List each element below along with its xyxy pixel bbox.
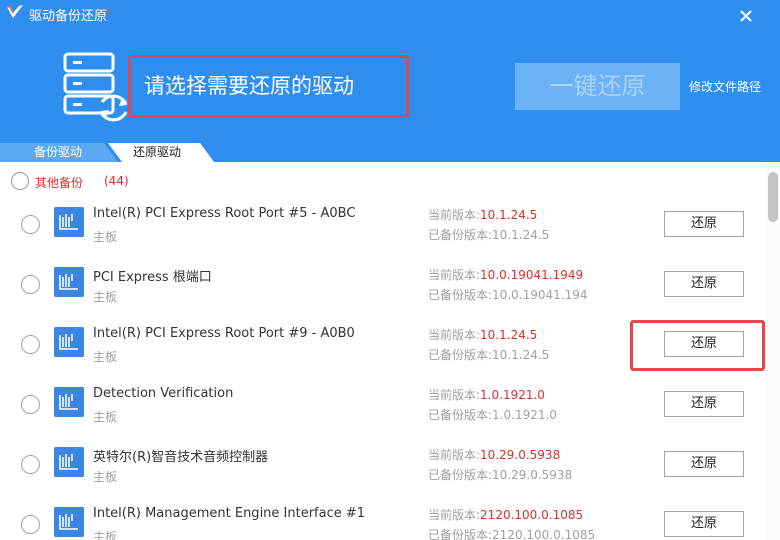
restore-button[interactable]: 还原 — [664, 391, 744, 417]
current-version: 当前版本:2120.100.0.1085 — [428, 506, 583, 523]
backup-version-value: 1.0.1921.0 — [492, 408, 557, 422]
current-version-value: 10.0.19041.1949 — [480, 268, 584, 282]
backup-version-value: 10.29.0.5938 — [492, 468, 573, 482]
current-version-label: 当前版本: — [428, 508, 481, 522]
driver-restore-window: 驱动备份还原 请选择需要还原的驱动 一键还原 修改文件路径 备份驱动 还原驱动 … — [0, 0, 780, 540]
restore-button[interactable]: 还原 — [664, 271, 744, 297]
backup-version: 已备份版本:10.1.24.5 — [428, 226, 549, 243]
filter-radio[interactable] — [11, 172, 29, 190]
current-version: 当前版本:10.1.24.5 — [428, 206, 537, 223]
restore-all-button[interactable]: 一键还原 — [515, 63, 680, 110]
backup-version-label: 已备份版本: — [428, 288, 493, 302]
current-version-label: 当前版本: — [428, 208, 481, 222]
filter-count: (44) — [104, 174, 129, 188]
motherboard-icon — [54, 507, 84, 537]
row-radio[interactable] — [21, 455, 40, 474]
list-item: 英特尔(R)智音技术音频控制器 主板 当前版本:10.29.0.5938 已备份… — [0, 440, 766, 500]
current-version: 当前版本:10.1.24.5 — [428, 326, 537, 343]
backup-version-label: 已备份版本: — [428, 348, 493, 362]
motherboard-icon — [54, 327, 84, 357]
backup-version-label: 已备份版本: — [428, 468, 493, 482]
current-version-value: 2120.100.0.1085 — [480, 508, 584, 522]
backup-version-value: 2120.100.0.1085 — [492, 528, 596, 540]
device-category: 主板 — [93, 410, 118, 424]
motherboard-icon — [54, 207, 84, 237]
current-version-value: 1.0.1921.0 — [480, 388, 545, 402]
server-restore-icon — [63, 52, 128, 122]
list-item: Intel(R) Management Engine Interface #1 … — [0, 500, 766, 540]
backup-version: 已备份版本:10.1.24.5 — [428, 346, 549, 363]
backup-version-value: 10.1.24.5 — [492, 228, 550, 242]
device-name: Intel(R) PCI Express Root Port #9 - A0B0 — [93, 326, 355, 341]
current-version-value: 10.29.0.5938 — [480, 448, 561, 462]
backup-version-value: 10.1.24.5 — [492, 348, 550, 362]
current-version-label: 当前版本: — [428, 268, 481, 282]
motherboard-icon — [54, 387, 84, 417]
motherboard-icon — [54, 447, 84, 477]
current-version-value: 10.1.24.5 — [480, 328, 538, 342]
device-category: 主板 — [93, 470, 118, 484]
row-radio[interactable] — [21, 515, 40, 534]
current-version: 当前版本:10.0.19041.1949 — [428, 266, 583, 283]
backup-version: 已备份版本:10.29.0.5938 — [428, 466, 572, 483]
device-name: PCI Express 根端口 — [93, 270, 212, 285]
backup-version: 已备份版本:1.0.1921.0 — [428, 406, 557, 423]
tab-backup-drivers[interactable]: 备份驱动 — [0, 143, 118, 162]
current-version: 当前版本:1.0.1921.0 — [428, 386, 545, 403]
logo-icon — [7, 5, 23, 18]
restore-button[interactable]: 还原 — [664, 211, 744, 237]
restore-button-highlight-frame — [630, 320, 765, 371]
motherboard-icon — [54, 267, 84, 297]
backup-version: 已备份版本:10.0.19041.194 — [428, 286, 587, 303]
row-radio[interactable] — [21, 275, 40, 294]
device-category: 主板 — [93, 530, 118, 540]
restore-button[interactable]: 还原 — [664, 451, 744, 477]
current-version-label: 当前版本: — [428, 448, 481, 462]
header: 驱动备份还原 请选择需要还原的驱动 一键还原 修改文件路径 备份驱动 还原驱动 — [0, 0, 780, 162]
current-version: 当前版本:10.29.0.5938 — [428, 446, 560, 463]
device-category: 主板 — [93, 290, 118, 304]
tab-restore-drivers[interactable]: 还原驱动 — [108, 143, 214, 162]
device-name: Intel(R) PCI Express Root Port #5 - A0BC — [93, 206, 356, 221]
current-version-label: 当前版本: — [428, 328, 481, 342]
close-icon[interactable] — [736, 6, 756, 26]
current-version-value: 10.1.24.5 — [480, 208, 538, 222]
backup-version: 已备份版本:2120.100.0.1085 — [428, 526, 595, 540]
device-category: 主板 — [93, 350, 118, 364]
device-name: Detection Verification — [93, 386, 234, 401]
backup-version-label: 已备份版本: — [428, 528, 493, 540]
list-item: PCI Express 根端口 主板 当前版本:10.0.19041.1949 … — [0, 260, 766, 320]
device-category: 主板 — [93, 230, 118, 244]
window-title: 驱动备份还原 — [29, 9, 108, 24]
row-radio[interactable] — [21, 335, 40, 354]
device-name: 英特尔(R)智音技术音频控制器 — [93, 450, 269, 465]
current-version-label: 当前版本: — [428, 388, 481, 402]
restore-button[interactable]: 还原 — [664, 511, 744, 537]
list-item: Intel(R) PCI Express Root Port #5 - A0BC… — [0, 200, 766, 260]
device-name: Intel(R) Management Engine Interface #1 — [93, 506, 366, 521]
list-item: Detection Verification 主板 当前版本:1.0.1921.… — [0, 380, 766, 440]
backup-version-value: 10.0.19041.194 — [492, 288, 588, 302]
backup-version-label: 已备份版本: — [428, 408, 493, 422]
scrollbar-thumb[interactable] — [768, 172, 778, 222]
row-radio[interactable] — [21, 215, 40, 234]
filter-label: 其他备份 — [35, 176, 84, 190]
prompt-text: 请选择需要还原的驱动 — [144, 74, 354, 98]
row-radio[interactable] — [21, 395, 40, 414]
backup-version-label: 已备份版本: — [428, 228, 493, 242]
modify-path-link[interactable]: 修改文件路径 — [689, 78, 761, 95]
